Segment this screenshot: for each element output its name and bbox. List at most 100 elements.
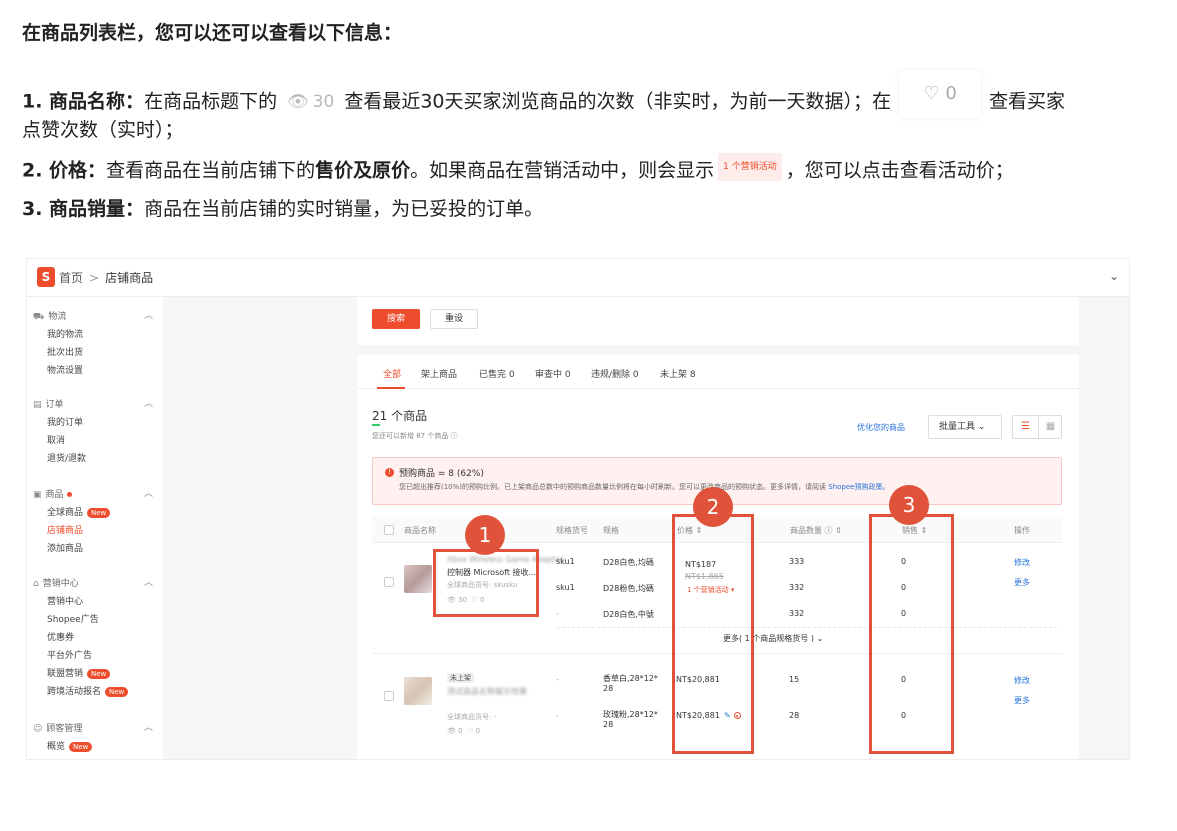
variant-spec-cont: 28 (603, 684, 614, 693)
more-link[interactable]: 更多 (1014, 577, 1030, 588)
callout-badge-2: 2 (693, 487, 733, 527)
variant-spec-cont: 28 (603, 720, 614, 729)
status-tag: 未上架 (447, 673, 474, 683)
chevron-down-icon[interactable]: ⌄ (1109, 269, 1119, 283)
sidebar-item-affiliate[interactable]: 联盟营销 New (47, 666, 111, 679)
chevron-right-icon: > (89, 271, 100, 285)
bulk-tools-dropdown[interactable]: 批量工具 ⌄ (928, 415, 1002, 439)
product-thumbnail[interactable] (404, 565, 432, 593)
clipboard-icon: ▤ (33, 400, 42, 410)
new-badge: New (87, 669, 111, 679)
row-checkbox[interactable] (384, 577, 394, 587)
tag-icon: ⌂ (33, 579, 39, 589)
sidebar-item-batch-ship[interactable]: 批次出货 (47, 345, 83, 358)
heart-icon: ♡ (467, 727, 474, 735)
help-line-2: 2. 价格：查看商品在当前店铺下的售价及原价。如果商品在营销活动中，则会显示 1 … (22, 153, 1014, 185)
help-line-3: 3. 商品销量：商品在当前店铺的实时销量，为已妥投的订单。 (22, 198, 544, 220)
sidebar-item-my-logistics[interactable]: 我的物流 (47, 327, 83, 340)
chevron-up-icon[interactable]: ︿ (144, 575, 153, 588)
eye-icon: 👁 (287, 92, 309, 112)
sidebar-item-crossborder-events[interactable]: 跨境活动报名 New (47, 684, 129, 697)
promo-chip: 1 个营销活动 (718, 153, 782, 181)
row-divider (557, 627, 1057, 628)
tab-live[interactable]: 架上商品 (421, 367, 457, 380)
chevron-up-icon[interactable]: ︿ (144, 486, 153, 499)
col-sku: 规格货号 (556, 526, 588, 535)
shopee-logo-icon: S (37, 267, 55, 287)
alert-title: 预购商品 = 8 (62%) (399, 469, 484, 479)
product-stats: 👁 0 ♡ 0 (447, 727, 481, 735)
bag-icon: ▣ (33, 490, 42, 500)
sidebar: ⛟ 物流 ︿ 我的物流 批次出货 物流设置 ▤ 订单 ︿ 我的订单 取消 退货/退款… (27, 297, 163, 759)
quota-hint: 您还可以新增 87 个商品 ⓘ (372, 432, 458, 440)
sidebar-item-cancel[interactable]: 取消 (47, 433, 65, 446)
tab-sold-out[interactable]: 已售完 0 (479, 367, 515, 380)
col-stock[interactable]: 商品数量 ⓘ ⇕ (790, 525, 842, 536)
variant-spec: 玫瑰粉,28*12* (603, 710, 658, 719)
sidebar-item-shop-products[interactable]: 店铺商品 (47, 523, 83, 536)
preorder-policy-link[interactable]: Shopee预购政策。 (828, 483, 889, 491)
list-view-icon[interactable]: ☰ (1013, 416, 1038, 438)
variant-qty: 28 (789, 711, 800, 720)
chevron-up-icon[interactable]: ︿ (144, 720, 153, 733)
edit-link[interactable]: 修改 (1014, 557, 1030, 568)
sidebar-item-my-orders[interactable]: 我的订单 (47, 415, 83, 428)
variant-spec: D28白色,均碼 (603, 558, 654, 567)
callout-badge-3: 3 (889, 485, 929, 525)
product-thumbnail[interactable] (404, 677, 432, 705)
callout-badge-1: 1 (465, 515, 505, 555)
seller-panel: S 首页 > 店铺商品 ⌄ ⛟ 物流 ︿ 我的物流 批次出货 物流设置 ▤ 订单 ︿ 我… (26, 258, 1130, 760)
breadcrumb-current: 店铺商品 (105, 271, 154, 285)
search-button[interactable]: 搜索 (372, 309, 420, 329)
reset-button[interactable]: 重设 (430, 309, 478, 329)
variant-sku: sku1 (556, 583, 575, 592)
new-badge: New (69, 742, 93, 752)
new-badge: New (87, 508, 111, 518)
chevron-down-icon: ⌄ (977, 422, 986, 432)
select-all-checkbox[interactable] (384, 525, 394, 535)
col-spec: 规格 (603, 526, 619, 535)
sidebar-item-add-product[interactable]: 添加商品 (47, 541, 83, 554)
truck-icon: ⛟ (33, 312, 45, 322)
chevron-up-icon[interactable]: ︿ (144, 308, 153, 321)
chevron-up-icon[interactable]: ︿ (144, 396, 153, 409)
view-toggle: ☰ ▦ (1012, 415, 1062, 439)
sidebar-item-global-products[interactable]: 全球商品 New (47, 505, 111, 518)
variant-sku: - (556, 711, 559, 720)
new-badge: New (105, 687, 129, 697)
variant-sku: - (556, 609, 559, 618)
global-sku: 全球商品货号: - (447, 713, 497, 721)
callout-box-product-name (433, 549, 539, 617)
callout-box-price (672, 514, 754, 754)
help-line-1-label: 1. 商品名称： (22, 90, 145, 113)
help-line-1-cont: 点赞次数（实时）； (22, 119, 184, 141)
sidebar-item-offsite-ads[interactable]: 平台外广告 (47, 648, 92, 661)
sidebar-item-marketing-center[interactable]: 营销中心 (47, 594, 83, 607)
variant-qty: 332 (789, 609, 805, 618)
edit-link[interactable]: 修改 (1014, 675, 1030, 686)
row-checkbox[interactable] (384, 691, 394, 701)
variant-spec: D28粉色,均碼 (603, 584, 654, 593)
more-link[interactable]: 更多 (1014, 695, 1030, 706)
sidebar-item-returns[interactable]: 退货/退款 (47, 451, 86, 464)
grid-view-icon[interactable]: ▦ (1038, 416, 1062, 438)
tab-all[interactable]: 全部 (383, 367, 401, 380)
search-card: 搜索 重设 (357, 297, 1079, 345)
notification-dot (66, 492, 72, 497)
tab-unlisted[interactable]: 未上架 8 (660, 367, 696, 380)
user-icon: ☺ (33, 724, 43, 734)
variant-spec: 香草白,28*12* (603, 674, 658, 683)
variant-qty: 333 (789, 557, 805, 566)
tab-reviewing[interactable]: 审查中 0 (535, 367, 571, 380)
sidebar-item-logistics-settings[interactable]: 物流设置 (47, 363, 83, 376)
sidebar-item-shopee-ads[interactable]: Shopee广告 (47, 612, 99, 625)
tab-violation[interactable]: 违规/删除 0 (591, 367, 639, 380)
breadcrumb: 首页 > 店铺商品 (59, 269, 153, 286)
product-count: 21 个商品 (372, 409, 428, 423)
help-heading: 在商品列表栏，您可以还可以查看以下信息： (22, 22, 403, 44)
optimize-products-link[interactable]: 优化您的商品 (857, 422, 905, 433)
breadcrumb-home[interactable]: 首页 (59, 271, 83, 285)
sidebar-item-vouchers[interactable]: 优惠券 (47, 630, 74, 643)
sidebar-item-overview[interactable]: 概览 New (47, 739, 93, 752)
product-title-blurred: 测试商品名称展示效果 (447, 687, 527, 696)
